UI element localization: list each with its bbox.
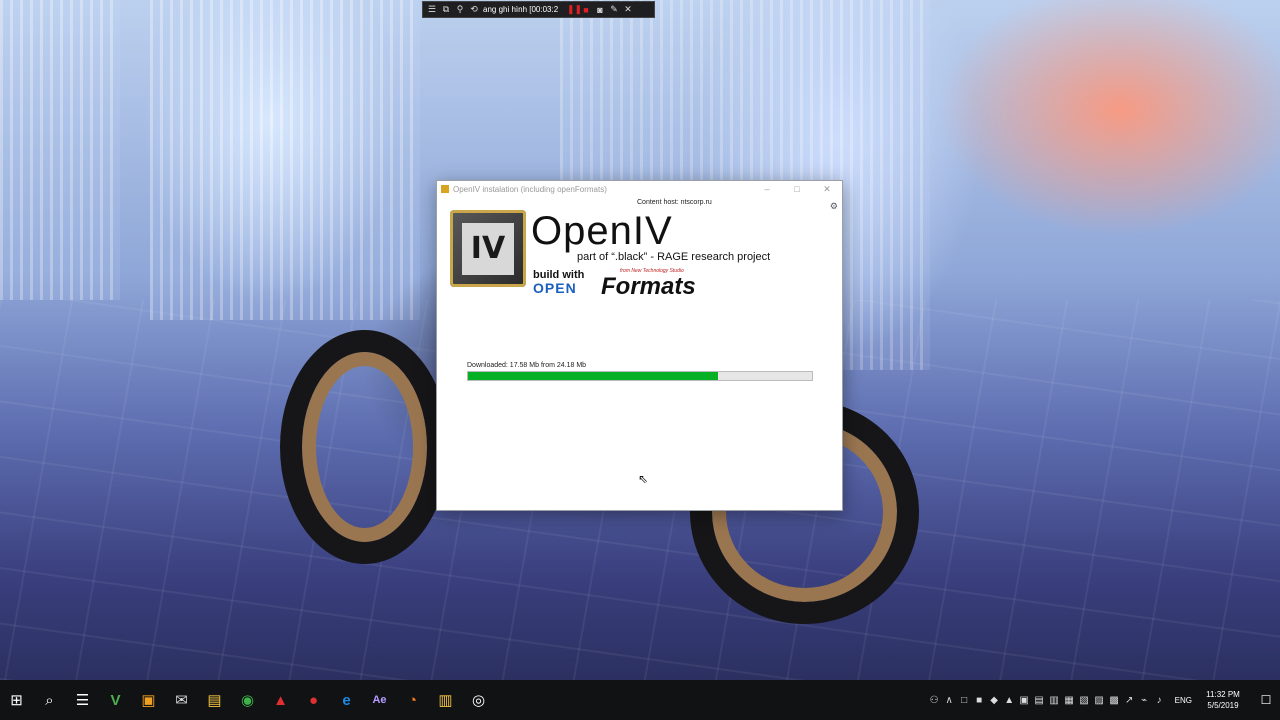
language-indicator[interactable]: ENG [1175,696,1192,705]
maximize-button[interactable]: □ [782,184,812,195]
formats-logo-text: Formats [601,273,696,300]
tray-app-icon-11[interactable]: ▩ [1107,695,1122,706]
start-button[interactable]: ⊞ [0,680,33,720]
loop-icon[interactable]: ⟲ [469,4,479,15]
title-bar[interactable]: OpenIV instalation (including openFormat… [437,181,842,197]
close-button[interactable]: ✕ [812,184,842,195]
logo-letters: IV [462,222,514,275]
taskbar-app-after-effects-icon[interactable]: Ae [363,680,396,720]
taskbar-app-installer-icon[interactable]: ▥ [429,680,462,720]
volume-icon[interactable]: ♪ [1152,695,1167,706]
taskbar-app-green-icon[interactable]: ◉ [231,680,264,720]
tray-app-icon-8[interactable]: ▦ [1062,695,1077,706]
notifications-icon[interactable]: ☐ [1252,693,1280,707]
taskbar-app-openiv-icon[interactable]: ◎ [462,680,495,720]
open-logo-text: OPEN [533,280,577,296]
taskbar-app-mail-icon[interactable]: ✉ [165,680,198,720]
tray-app-icon-3[interactable]: ◆ [987,695,1002,706]
app-subtitle: part of “.black” - RAGE research project [577,251,771,263]
mouse-cursor-icon: ⇖ [638,472,649,486]
recording-status: ang ghi hình [00:03:2 [483,5,559,14]
taskbar-app-edge-icon[interactable]: e [330,680,363,720]
app-icon [441,185,449,193]
clock[interactable]: 11:32 PM 5/5/2019 [1200,689,1246,711]
menu-icon[interactable]: ☰ [427,4,437,15]
wallpaper-rear-wheel [280,330,449,564]
openiv-installer-window: OpenIV instalation (including openFormat… [436,180,843,511]
download-status: Downloaded: 17.58 Mb from 24.18 Mb [467,362,587,369]
tray-app-icon-6[interactable]: ▤ [1032,695,1047,706]
tray-app-icon-2[interactable]: ■ [972,695,987,706]
window-icon[interactable]: ⧉ [441,4,451,15]
download-progress-fill [468,372,719,380]
tray-app-icon-10[interactable]: ▨ [1092,695,1107,706]
taskbar-app-recorder-icon[interactable]: ● [297,680,330,720]
tray-app-icon-4[interactable]: ▲ [1002,695,1017,706]
close-icon[interactable]: ✕ [623,4,633,15]
content-host-label: Content host: ntscorp.ru [637,199,712,206]
search-icon[interactable]: ⌕ [33,680,66,720]
app-name: OpenIV [531,209,673,253]
task-view-icon[interactable]: ☰ [66,680,99,720]
tray-app-icon-1[interactable]: □ [957,695,972,706]
download-progress-bar [467,371,813,381]
pen-tray-icon[interactable]: ↗ [1122,695,1137,706]
window-title: OpenIV instalation (including openFormat… [453,184,607,194]
show-hidden-icons-chevron-icon[interactable]: ∧ [942,695,957,706]
clock-date: 5/5/2019 [1207,701,1239,710]
stop-icon[interactable]: ■ [581,5,591,15]
tray-app-icon-9[interactable]: ▧ [1077,695,1092,706]
camera-icon[interactable]: ◙ [595,5,605,15]
taskbar-app-firefox-icon[interactable]: ◔ [396,680,429,720]
taskbar-app-vegas-icon[interactable]: V [99,680,132,720]
openiv-logo: IV [450,210,526,287]
pause-icon[interactable]: ❚❚ [567,4,582,15]
settings-gear-icon[interactable]: ⚙ [830,201,838,212]
pen-icon[interactable]: ✎ [609,4,619,15]
tray-app-icon-5[interactable]: ▣ [1017,695,1032,706]
tray-app-icon-7[interactable]: ▥ [1047,695,1062,706]
zoom-icon[interactable]: ⚲ [455,4,465,15]
wifi-icon[interactable]: ⌁ [1137,695,1152,706]
screen-recorder-toolbar: ☰ ⧉ ⚲ ⟲ ang ghi hình [00:03:2 ❚❚ ■ ◙ ✎ ✕ [422,1,655,18]
taskbar-app-autocad-icon[interactable]: ▲ [264,680,297,720]
system-tray: ⚇ ∧ □ ■ ◆ ▲ ▣ ▤ ▥ ▦ ▧ ▨ ▩ ↗ ⌁ ♪ ENG 11:3… [927,680,1280,720]
taskbar-app-store-icon[interactable]: ▣ [132,680,165,720]
minimize-button[interactable]: – [752,184,782,195]
people-icon[interactable]: ⚇ [927,695,942,706]
wallpaper-glass-panel-left [0,0,120,300]
clock-time: 11:32 PM [1206,690,1240,699]
taskbar-app-explorer-icon[interactable]: ▤ [198,680,231,720]
taskbar: ⊞ ⌕ ☰ V ▣ ✉ ▤ ◉ ▲ ● e Ae ◔ ▥ ◎ ⚇ ∧ □ ■ ◆… [0,680,1280,720]
